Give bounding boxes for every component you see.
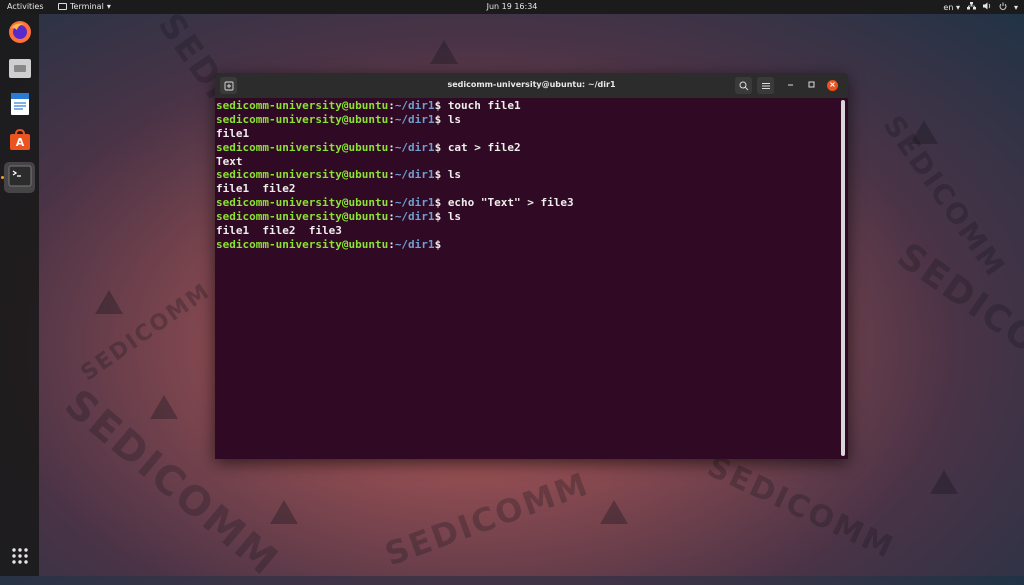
prompt-path: ~/dir1 xyxy=(394,112,435,126)
prompt-path: ~/dir1 xyxy=(394,196,435,210)
maximize-button[interactable] xyxy=(806,80,817,91)
language-label: en xyxy=(943,2,954,12)
prompt-path: ~/dir1 xyxy=(394,210,435,224)
terminal-line: sedicomm-university@ubuntu:~/dir1$ xyxy=(216,237,448,251)
terminal-header-bar[interactable]: sedicomm-university@ubuntu: ~/dir1 xyxy=(215,73,848,98)
prompt-path: ~/dir1 xyxy=(394,99,435,112)
prompt-user: sedicomm-university@ubuntu xyxy=(216,140,389,154)
menu-button[interactable] xyxy=(757,77,774,94)
terminal-line: sedicomm-university@ubuntu:~/dir1$ ls xyxy=(216,112,462,126)
close-icon xyxy=(829,81,836,90)
dock-writer[interactable] xyxy=(4,90,35,121)
app-menu-label: Terminal xyxy=(70,2,104,11)
dock: A xyxy=(0,14,39,576)
svg-text:A: A xyxy=(15,136,24,149)
wallpaper-triangle xyxy=(430,40,458,64)
clock[interactable]: Jun 19 16:34 xyxy=(487,2,538,11)
terminal-window[interactable]: sedicomm-university@ubuntu: ~/dir1 sedic… xyxy=(215,73,848,459)
command-text: echo "Text" > file3 xyxy=(447,196,574,210)
wallpaper-watermark: SEDICOMM xyxy=(379,464,594,574)
wallpaper-triangle xyxy=(95,290,123,314)
wallpaper-triangle xyxy=(600,500,628,524)
close-button[interactable] xyxy=(827,80,838,91)
dock-terminal[interactable] xyxy=(4,162,35,193)
volume-icon xyxy=(982,2,992,12)
prompt-path: ~/dir1 xyxy=(394,168,435,182)
show-applications-button[interactable] xyxy=(4,542,35,573)
chevron-down-icon: ▾ xyxy=(106,2,111,11)
prompt-path: ~/dir1 xyxy=(394,237,435,251)
prompt-path: ~/dir1 xyxy=(394,140,435,154)
wallpaper-triangle xyxy=(270,500,298,524)
prompt-user: sedicomm-university@ubuntu xyxy=(216,237,389,251)
system-tray[interactable]: en ▾ ▾ xyxy=(943,2,1018,12)
search-button[interactable] xyxy=(735,77,752,94)
window-title: sedicomm-university@ubuntu: ~/dir1 xyxy=(447,80,616,89)
dock-firefox[interactable] xyxy=(4,18,35,49)
terminal-app-icon xyxy=(58,3,67,10)
wallpaper-watermark: SEDICOMM xyxy=(702,449,900,566)
terminal-line: sedicomm-university@ubuntu:~/dir1$ echo … xyxy=(216,196,574,210)
software-icon: A xyxy=(8,128,32,156)
chevron-down-icon: ▾ xyxy=(1013,2,1018,12)
terminal-icon xyxy=(8,165,32,191)
command-output: file1 xyxy=(216,126,250,140)
files-icon xyxy=(8,56,32,84)
top-bar: Activities Terminal ▾ Jun 19 16:34 en ▾ … xyxy=(0,0,1024,14)
command-text: ls xyxy=(447,168,462,182)
search-icon xyxy=(739,76,749,95)
wallpaper-triangle xyxy=(910,120,938,144)
command-output: file1 file2 xyxy=(216,182,296,196)
clock-area: Jun 19 16:34 xyxy=(0,2,1024,11)
minimize-button[interactable] xyxy=(785,80,796,91)
running-indicator xyxy=(1,176,4,179)
app-menu[interactable]: Terminal ▾ xyxy=(58,2,111,11)
firefox-icon xyxy=(8,20,32,48)
terminal-line: sedicomm-university@ubuntu:~/dir1$ ls xyxy=(216,210,462,224)
wallpaper-triangle xyxy=(150,395,178,419)
activities-button[interactable]: Activities xyxy=(7,2,44,11)
grid-icon xyxy=(11,547,29,569)
hamburger-icon xyxy=(761,76,771,95)
command-text: touch file1 xyxy=(447,99,521,112)
prompt-user: sedicomm-university@ubuntu xyxy=(216,112,389,126)
terminal-line: sedicomm-university@ubuntu:~/dir1$ ls xyxy=(216,168,462,182)
command-text: ls xyxy=(447,112,462,126)
wallpaper-triangle xyxy=(930,470,958,494)
maximize-icon xyxy=(808,81,815,90)
prompt-user: sedicomm-university@ubuntu xyxy=(216,196,389,210)
command-text: cat > file2 xyxy=(447,140,521,154)
command-output: Text xyxy=(216,154,243,168)
terminal-line: sedicomm-university@ubuntu:~/dir1$ cat >… xyxy=(216,140,521,154)
dock-files[interactable] xyxy=(4,54,35,85)
prompt-user: sedicomm-university@ubuntu xyxy=(216,210,389,224)
language-indicator[interactable]: en ▾ xyxy=(943,3,960,12)
terminal-line: sedicomm-university@ubuntu:~/dir1$ touch… xyxy=(216,99,521,112)
command-text: ls xyxy=(447,210,462,224)
command-output: file1 file2 file3 xyxy=(216,224,342,238)
prompt-user: sedicomm-university@ubuntu xyxy=(216,99,389,112)
minimize-icon xyxy=(787,81,794,90)
prompt-user: sedicomm-university@ubuntu xyxy=(216,168,389,182)
writer-icon xyxy=(9,92,31,120)
dock-software[interactable]: A xyxy=(4,126,35,157)
terminal-scrollbar[interactable] xyxy=(841,100,845,456)
network-icon xyxy=(966,2,976,12)
power-icon xyxy=(999,2,1007,12)
terminal-output[interactable]: sedicomm-university@ubuntu:~/dir1$ touch… xyxy=(216,98,838,459)
